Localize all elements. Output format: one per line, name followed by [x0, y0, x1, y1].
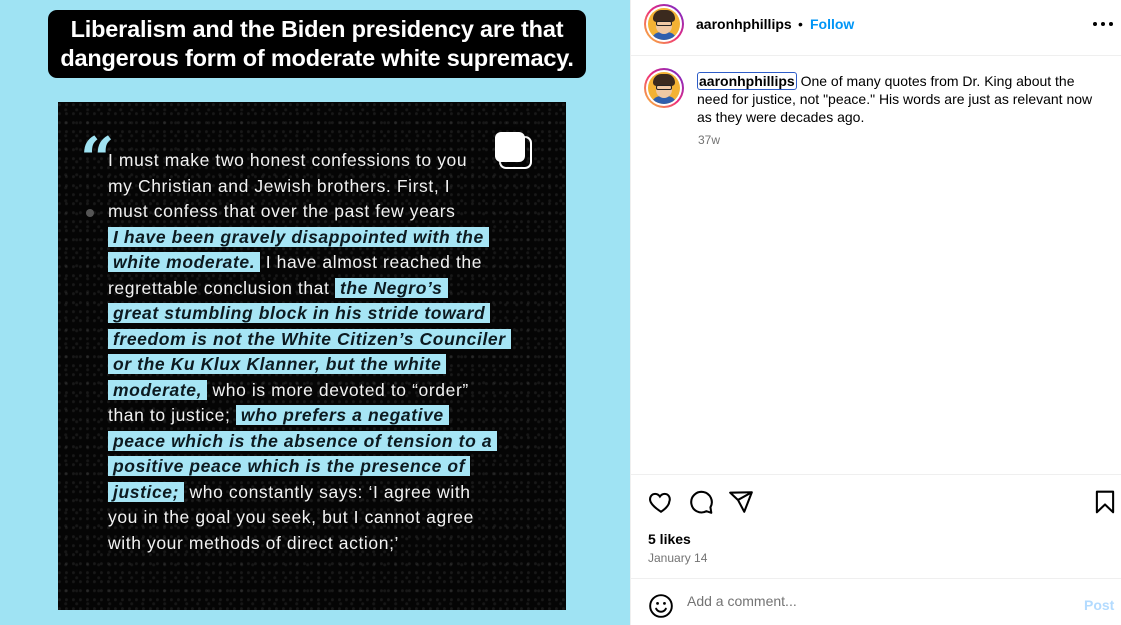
follow-button[interactable]: Follow [810, 16, 854, 32]
caption-timestamp[interactable]: 37w [698, 133, 720, 147]
quote-segment: than to justice; [108, 405, 236, 425]
quote-line: I must make two honest confessions to yo… [108, 148, 467, 174]
quote-segment: who constantly says: ‘I agree with [184, 481, 471, 502]
quote-card: “ I must make two honest confessions to … [58, 102, 566, 610]
post-date: January 14 [648, 551, 708, 565]
share-icon[interactable] [728, 489, 754, 515]
headline-line: Liberalism and the Biden presidency are … [70, 16, 564, 42]
post-comment-button[interactable]: Post [1084, 597, 1114, 613]
quote-line: great stumbling block in his stride towa… [108, 301, 491, 327]
quote-line: than to justice; who prefers a negative [108, 403, 449, 429]
highlighted-quote-text: who prefers a negative [235, 405, 449, 425]
quote-line: must confess that over the past few year… [108, 199, 456, 225]
quote-line: moderate, who is more devoted to “order” [108, 378, 469, 404]
highlighted-quote-text: moderate, [108, 379, 208, 400]
quote-line: freedom is not the White Citizen’s Counc… [108, 327, 511, 353]
quote-line: regrettable conclusion that the Negro’s [108, 276, 448, 302]
headline-line: dangerous form of moderate white suprema… [60, 45, 574, 71]
media-headline: Liberalism and the Biden presidency are … [48, 10, 586, 78]
quote-line: justice; who constantly says: ‘I agree w… [108, 480, 471, 506]
caption-avatar[interactable] [644, 68, 684, 108]
quote-segment: you in the goal you seek, but I cannot a… [108, 507, 474, 527]
quote-segment: regrettable conclusion that [108, 277, 335, 298]
quote-segment: must confess that over the past few year… [108, 201, 456, 221]
post-sidebar: aaronhphillips • Follow aaronhphillips O… [630, 0, 1121, 625]
quote-segment: with your methods of direct action;’ [108, 532, 400, 553]
more-options-icon[interactable] [1093, 14, 1113, 34]
quote-line: my Christian and Jewish brothers. First,… [108, 174, 450, 200]
highlighted-quote-text: the Negro’s [334, 277, 448, 298]
carousel-multiple-icon [495, 132, 532, 169]
decorative-dot [86, 209, 94, 217]
highlighted-quote-text: positive peace which is the presence of [108, 456, 471, 476]
separator: • [798, 16, 803, 32]
caption-username[interactable]: aaronhphillips [697, 72, 797, 90]
highlighted-quote-text: or the Ku Klux Klanner, but the white [108, 354, 447, 374]
header-username[interactable]: aaronhphillips [696, 16, 792, 32]
likes-count[interactable]: 5 likes [648, 531, 691, 547]
highlighted-quote-text: peace which is the absence of tension to… [108, 430, 498, 451]
quote-line: positive peace which is the presence of [108, 454, 471, 480]
post-media[interactable]: Liberalism and the Biden presidency are … [0, 0, 630, 625]
comment-bar: Post [631, 578, 1121, 625]
quote-segment: who is more devoted to “order” [207, 379, 469, 400]
post-header: aaronhphillips • Follow [631, 0, 1121, 56]
quote-line: I have been gravely disappointed with th… [108, 225, 489, 251]
quote-line: peace which is the absence of tension to… [108, 429, 498, 455]
quote-segment: my Christian and Jewish brothers. First,… [108, 175, 451, 196]
post-caption: aaronhphillips One of many quotes from D… [697, 72, 1107, 126]
quote-line: or the Ku Klux Klanner, but the white [108, 352, 447, 378]
highlighted-quote-text: white moderate. [108, 252, 261, 272]
quote-line: with your methods of direct action;’ [108, 531, 399, 557]
comment-icon[interactable] [688, 489, 714, 515]
quote-segment: I have almost reached the [260, 252, 483, 272]
action-bar: 5 likes January 14 [631, 474, 1121, 578]
highlighted-quote-text: I have been gravely disappointed with th… [108, 226, 489, 247]
bookmark-icon[interactable] [1092, 489, 1118, 515]
heart-icon[interactable] [648, 489, 674, 515]
quote-line: you in the goal you seek, but I cannot a… [108, 505, 474, 531]
emoji-icon[interactable] [648, 593, 674, 619]
quote-line: white moderate. I have almost reached th… [108, 250, 482, 276]
highlighted-quote-text: great stumbling block in his stride towa… [108, 303, 491, 323]
avatar[interactable] [644, 4, 684, 44]
highlighted-quote-text: freedom is not the White Citizen’s Counc… [108, 328, 511, 349]
quote-segment: I must make two honest confessions to yo… [108, 150, 468, 170]
highlighted-quote-text: justice; [108, 481, 185, 502]
comment-input[interactable] [687, 593, 1067, 609]
